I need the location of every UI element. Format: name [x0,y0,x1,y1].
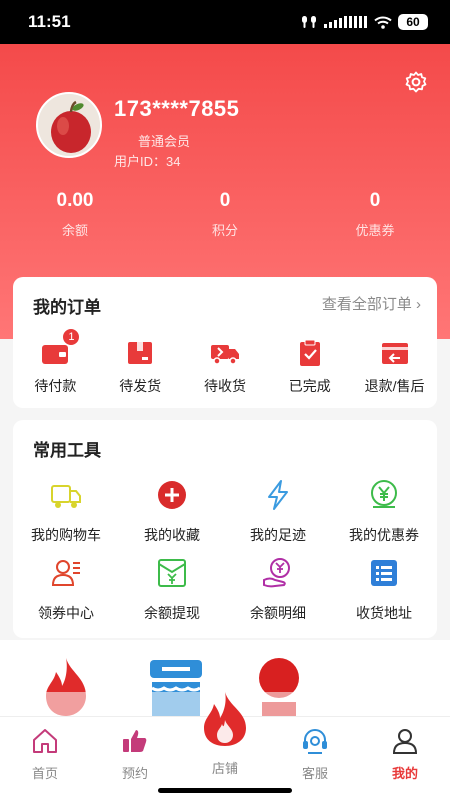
tool-cart[interactable]: 我的购物车 [13,478,119,556]
stat-label: 余额 [61,223,88,238]
tool-label: 我的足迹 [250,527,306,543]
order-completed[interactable]: 已完成 [267,339,352,396]
user-id-value: 34 [166,154,181,169]
tools-card: 常用工具 我的购物车 我的收藏 我的足迹 我的优惠券 领券中心 余额提现 余额明… [13,420,437,638]
view-all-orders-label: 查看全部订单 [321,296,412,313]
order-label: 待付款 [34,378,77,394]
yuan-coupon-icon [371,480,397,508]
envelope-yuan-icon [158,559,186,587]
nav-label: 我的 [391,766,418,781]
stat-value: 0.00 [56,190,94,211]
order-label: 已完成 [288,378,331,394]
chevron-right-icon: › [416,296,421,313]
stat-label: 积分 [211,223,238,238]
tool-coupon-center[interactable]: 领券中心 [13,556,119,634]
order-refund[interactable]: 退款/售后 [352,339,437,396]
person-list-icon [51,560,80,586]
battery-indicator: 60 [398,14,428,30]
cart-truck-icon [51,485,81,508]
signal-icon [324,16,367,28]
nav-mine[interactable]: 我的 [360,717,450,784]
tool-label: 领券中心 [38,605,94,621]
hand-yuan-icon [263,558,290,588]
tool-label: 余额明细 [250,605,306,621]
stat-value: 0 [369,190,381,211]
order-pending-receipt[interactable]: 待收货 [183,339,268,396]
thumbs-up-icon [123,730,147,752]
member-level: 普通会员 [138,134,191,149]
order-badge: 1 [62,328,81,346]
fire-icon[interactable] [196,690,254,748]
order-label: 待收货 [203,378,246,394]
refund-icon [381,343,408,364]
tool-label: 余额提现 [144,605,200,621]
view-all-orders-link[interactable]: 查看全部订单 › [322,293,421,314]
clipboard-check-icon [299,339,320,366]
status-bar: 11:51 60 [0,0,450,44]
earbuds-icon [302,16,316,28]
orders-title: 我的订单 [33,298,101,317]
tools-grid: 我的购物车 我的收藏 我的足迹 我的优惠券 领券中心 余额提现 余额明细 收货地… [13,478,437,634]
box-icon [128,342,153,364]
tool-address[interactable]: 收货地址 [331,556,437,634]
headset-icon [303,729,327,754]
stat-label: 优惠券 [355,223,395,238]
tool-balance-detail[interactable]: 余额明细 [225,556,331,634]
username: 173****7855 [114,96,240,121]
stat-balance[interactable]: 0.00 余额 [0,190,150,239]
user-id-label: 用户ID： [114,154,167,169]
stats-row: 0.00 余额 0 积分 0 优惠券 [0,190,450,239]
status-indicators: 60 [300,14,428,30]
nav-label: 店铺 [211,761,238,776]
nav-label: 客服 [301,766,328,781]
wifi-icon [374,16,392,29]
tool-label: 收货地址 [356,605,412,621]
stat-points[interactable]: 0 积分 [150,190,300,239]
nav-service[interactable]: 客服 [270,717,360,784]
tool-footprints[interactable]: 我的足迹 [225,478,331,556]
tool-withdraw[interactable]: 余额提现 [119,556,225,634]
truck-icon [210,345,239,365]
tool-label: 我的购物车 [31,527,101,543]
gear-icon[interactable] [404,70,428,94]
order-pending-shipment[interactable]: 待发货 [98,339,183,396]
tools-title: 常用工具 [33,441,101,460]
person-icon [392,729,418,754]
order-label: 退款/售后 [364,378,425,394]
nav-home[interactable]: 首页 [0,717,90,784]
home-icon [33,729,57,753]
tool-favorites[interactable]: 我的收藏 [119,478,225,556]
order-status-row: 1 待付款 待发货 待收货 已完成 退款/售后 [13,328,437,396]
tool-label: 我的优惠券 [349,527,419,543]
stat-coupons[interactable]: 0 优惠券 [300,190,450,239]
plus-circle-icon [158,481,186,509]
order-label: 待发货 [119,378,162,394]
nav-label: 预约 [121,766,148,781]
status-time: 11:51 [28,12,71,31]
user-id: 用户ID：34 [114,151,180,170]
tool-my-coupons[interactable]: 我的优惠券 [331,478,437,556]
tool-label: 我的收藏 [144,527,200,543]
nav-label: 首页 [31,766,58,781]
list-icon [371,560,397,586]
lightning-icon [268,480,288,510]
order-pending-payment[interactable]: 1 待付款 [13,328,98,396]
nav-booking[interactable]: 预约 [90,717,180,784]
home-indicator [0,784,450,800]
avatar[interactable] [36,92,102,158]
stat-value: 0 [219,190,231,211]
orders-card: 我的订单 查看全部订单 › 1 待付款 待发货 待收货 已完成 退款/售后 [13,277,437,408]
